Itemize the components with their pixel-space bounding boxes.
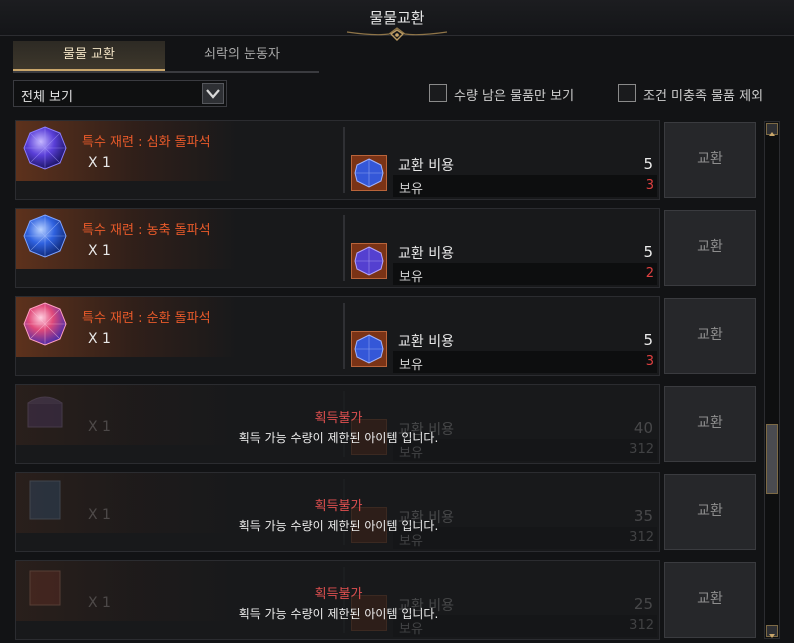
unavailable-title: 획득불가 bbox=[314, 587, 363, 602]
list-item: X 1 교환 비용 보유 312 35 획득불가 획득 가능 수량이 제한된 아… bbox=[13, 472, 759, 552]
checkbox-box[interactable] bbox=[618, 84, 636, 102]
divider bbox=[343, 215, 345, 281]
cost-label: 교환 비용 bbox=[398, 334, 454, 350]
list-item: X 1 교환 비용 보유 312 40 획득불가 획득 가능 수량이 제한된 아… bbox=[13, 384, 759, 464]
unavailable-overlay: 획득불가 획득 가능 수량이 제한된 아이템 입니다. bbox=[16, 407, 661, 446]
exchange-button[interactable]: 교환 bbox=[664, 298, 756, 374]
owned-value: 3 bbox=[645, 354, 654, 369]
cost-label: 교환 비용 bbox=[398, 158, 454, 174]
item-card: 특수 재련 : 순환 돌파석 X 1 교환 비용 보유 3 5 bbox=[15, 296, 660, 376]
cost-value: 5 bbox=[643, 155, 653, 173]
owned-label: 보유 bbox=[399, 358, 423, 373]
owned-bar: 보유 3 bbox=[393, 175, 657, 197]
unavailable-overlay: 획득불가 획득 가능 수량이 제한된 아이템 입니다. bbox=[16, 583, 661, 622]
exchange-list: 특수 재련 : 심화 돌파석 X 1 교환 비용 보유 3 5 교환 특수 재련… bbox=[13, 118, 759, 643]
cost-currency-icon bbox=[351, 243, 387, 279]
cost-label: 교환 비용 bbox=[398, 246, 454, 262]
list-item: 특수 재련 : 농축 돌파석 X 1 교환 비용 보유 2 5 교환 bbox=[13, 208, 759, 288]
item-card: X 1 교환 비용 보유 312 40 획득불가 획득 가능 수량이 제한된 아… bbox=[15, 384, 660, 464]
owned-label: 보유 bbox=[399, 270, 423, 285]
title-bar: 물물교환 bbox=[0, 0, 794, 41]
scroll-down-button[interactable] bbox=[766, 625, 778, 638]
cost-value: 5 bbox=[643, 331, 653, 349]
tab-eye-of-decay[interactable]: 쇠락의 눈동자 bbox=[165, 41, 319, 71]
unavailable-description: 획득 가능 수량이 제한된 아이템 입니다. bbox=[238, 431, 439, 445]
exchange-button[interactable]: 교환 bbox=[664, 210, 756, 286]
list-item: X 1 교환 비용 보유 312 25 획득불가 획득 가능 수량이 제한된 아… bbox=[13, 560, 759, 640]
exchange-button[interactable]: 교환 bbox=[664, 386, 756, 462]
item-name: 특수 재련 : 순환 돌파석 bbox=[82, 311, 211, 326]
pink-gem-icon bbox=[23, 302, 67, 346]
cost-currency-icon bbox=[351, 331, 387, 367]
filter-selected-value: 전체 보기 bbox=[21, 90, 73, 105]
owned-bar: 보유 3 bbox=[393, 351, 657, 373]
tab-bar: 물물 교환 쇠락의 눈동자 bbox=[13, 41, 319, 73]
item-card: 특수 재련 : 심화 돌파석 X 1 교환 비용 보유 3 5 bbox=[15, 120, 660, 200]
item-quantity: X 1 bbox=[88, 331, 111, 347]
list-item: 특수 재련 : 심화 돌파석 X 1 교환 비용 보유 3 5 교환 bbox=[13, 120, 759, 200]
cost-value: 5 bbox=[643, 243, 653, 261]
owned-label: 보유 bbox=[399, 182, 423, 197]
unavailable-overlay: 획득불가 획득 가능 수량이 제한된 아이템 입니다. bbox=[16, 495, 661, 534]
item-name: 특수 재련 : 심화 돌파석 bbox=[82, 135, 211, 150]
item-quantity: X 1 bbox=[88, 243, 111, 259]
unavailable-description: 획득 가능 수량이 제한된 아이템 입니다. bbox=[238, 519, 439, 533]
scroll-up-button[interactable] bbox=[766, 123, 778, 136]
list-scrollbar[interactable] bbox=[764, 121, 780, 639]
item-card: 특수 재련 : 농축 돌파석 X 1 교환 비용 보유 2 5 bbox=[15, 208, 660, 288]
window-title: 물물교환 bbox=[369, 9, 425, 27]
divider bbox=[343, 127, 345, 193]
blue-purple-gem-icon bbox=[23, 126, 67, 170]
item-name: 특수 재련 : 농축 돌파석 bbox=[82, 223, 211, 238]
exchange-button[interactable]: 교환 bbox=[664, 474, 756, 550]
unavailable-title: 획득불가 bbox=[314, 411, 363, 426]
item-card: X 1 교환 비용 보유 312 35 획득불가 획득 가능 수량이 제한된 아… bbox=[15, 472, 660, 552]
cost-currency-icon bbox=[351, 155, 387, 191]
chevron-down-icon[interactable] bbox=[202, 83, 224, 104]
tab-barter[interactable]: 물물 교환 bbox=[13, 41, 165, 71]
checkbox-label: 수량 남은 물품만 보기 bbox=[454, 89, 575, 104]
divider bbox=[343, 303, 345, 369]
blue-gem-icon bbox=[23, 214, 67, 258]
owned-value: 3 bbox=[645, 178, 654, 193]
item-card: X 1 교환 비용 보유 312 25 획득불가 획득 가능 수량이 제한된 아… bbox=[15, 560, 660, 640]
title-ornament-icon bbox=[346, 27, 448, 41]
filter-dropdown[interactable]: 전체 보기 bbox=[13, 80, 227, 107]
owned-value: 2 bbox=[645, 266, 654, 281]
list-item: 특수 재련 : 순환 돌파석 X 1 교환 비용 보유 3 5 교환 bbox=[13, 296, 759, 376]
owned-bar: 보유 2 bbox=[393, 263, 657, 285]
checkbox-label: 조건 미충족 물품 제외 bbox=[643, 89, 764, 104]
scrollbar-thumb[interactable] bbox=[766, 424, 778, 494]
checkbox-box[interactable] bbox=[429, 84, 447, 102]
unavailable-title: 획득불가 bbox=[314, 499, 363, 514]
item-quantity: X 1 bbox=[88, 155, 111, 171]
unavailable-description: 획득 가능 수량이 제한된 아이템 입니다. bbox=[238, 607, 439, 621]
exchange-button[interactable]: 교환 bbox=[664, 122, 756, 198]
exchange-button[interactable]: 교환 bbox=[664, 562, 756, 638]
